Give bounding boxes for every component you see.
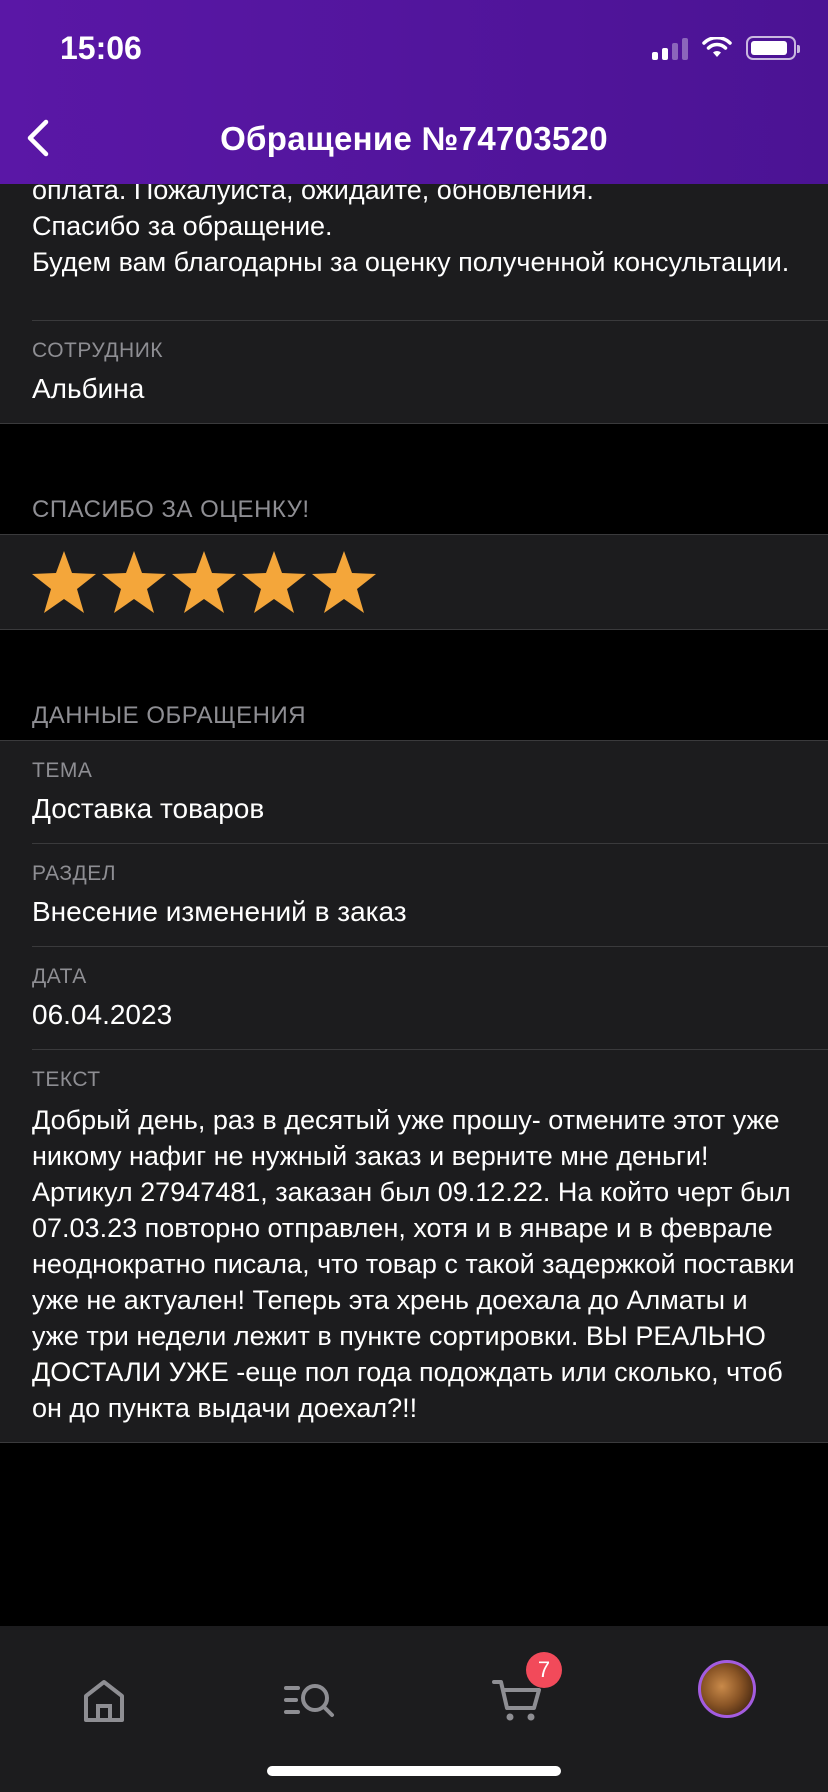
topic-label: ТЕМА xyxy=(32,759,93,782)
cart-badge: 7 xyxy=(526,1652,562,1688)
home-indicator xyxy=(267,1766,561,1776)
employee-card: СОТРУДНИК Альбина xyxy=(0,320,828,424)
page-title: Обращение №74703520 xyxy=(220,120,608,157)
battery-icon xyxy=(746,36,800,60)
topic-field: ТЕМА Доставка товаров xyxy=(0,741,828,843)
topic-value: Доставка товаров xyxy=(32,793,265,824)
employee-label: СОТРУДНИК xyxy=(32,339,164,362)
section-label: РАЗДЕЛ xyxy=(32,862,117,885)
employee-field: СОТРУДНИК Альбина xyxy=(0,321,828,423)
reply-text: оплата. Пожалуйста, ожидайте, обновления… xyxy=(0,184,828,294)
divider xyxy=(0,1442,828,1443)
app-header: 15:06 Обращение №74703520 xyxy=(0,0,828,184)
date-label: ДАТА xyxy=(32,965,87,988)
cart-tab[interactable]: 7 xyxy=(488,1652,562,1730)
employee-name: Альбина xyxy=(32,373,145,404)
date-field: ДАТА 06.04.2023 xyxy=(0,947,828,1049)
reply-thanks-line: Спасибо за обращение. xyxy=(32,211,333,241)
rating-card xyxy=(0,534,828,630)
text-field: ТЕКСТ Добрый день, раз в десятый уже про… xyxy=(0,1050,828,1442)
home-icon[interactable] xyxy=(74,1670,134,1730)
text-label: ТЕКСТ xyxy=(32,1068,101,1091)
status-icons xyxy=(652,36,800,60)
star-icon[interactable] xyxy=(170,549,238,615)
status-time: 15:06 xyxy=(60,30,142,66)
details-section-title: ДАННЫЕ ОБРАЩЕНИЯ xyxy=(32,702,307,729)
avatar[interactable] xyxy=(698,1660,756,1718)
cellular-signal-icon xyxy=(652,36,688,60)
wifi-icon xyxy=(702,37,732,57)
ticket-content: оплата. Пожалуйста, ожидайте, обновления… xyxy=(0,184,828,1443)
star-icon[interactable] xyxy=(30,549,98,615)
rating-section-title: СПАСИБО ЗА ОЦЕНКУ! xyxy=(32,496,310,523)
catalog-search-icon[interactable] xyxy=(280,1670,340,1730)
section-field: РАЗДЕЛ Внесение изменений в заказ xyxy=(0,844,828,946)
tab-bar: 7 xyxy=(0,1626,828,1792)
star-icon[interactable] xyxy=(240,549,308,615)
section-value: Внесение изменений в заказ xyxy=(32,896,407,927)
date-value: 06.04.2023 xyxy=(32,999,173,1030)
star-icon[interactable] xyxy=(310,549,378,615)
reply-card: оплата. Пожалуйста, ожидайте, обновления… xyxy=(0,184,828,320)
details-card: ТЕМА Доставка товаров РАЗДЕЛ Внесение из… xyxy=(0,740,828,1443)
star-rating[interactable] xyxy=(0,535,828,629)
reply-partial-line: оплата. Пожалуйста, ожидайте, обновления… xyxy=(32,184,594,205)
text-value: Добрый день, раз в десятый уже прошу- от… xyxy=(32,1105,795,1423)
reply-rate-line: Будем вам благодарны за оценку полученно… xyxy=(32,247,790,277)
star-icon[interactable] xyxy=(100,549,168,615)
